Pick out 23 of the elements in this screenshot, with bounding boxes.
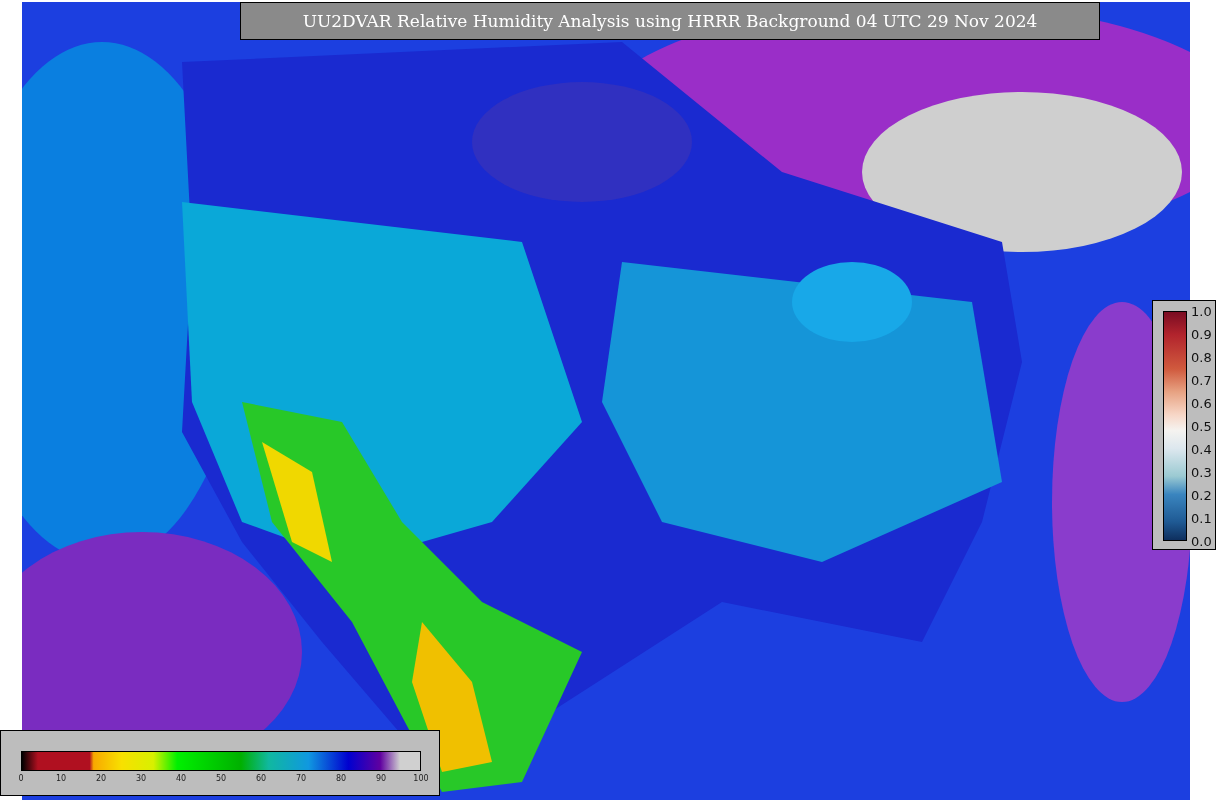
tick-label: 0.7: [1191, 373, 1212, 387]
tick-label: 0: [18, 775, 24, 783]
tick-label: 80: [335, 775, 347, 783]
tick-label: 1.0: [1191, 304, 1212, 318]
tick-label: 70: [295, 775, 307, 783]
tick-label: 0.1: [1191, 511, 1212, 525]
tick-label: 0.0: [1191, 534, 1212, 548]
tick-label: 0.8: [1191, 350, 1212, 364]
tick-label: 0.2: [1191, 488, 1212, 502]
tick-label: 0.9: [1191, 327, 1212, 341]
tick-label: 50: [215, 775, 227, 783]
tick-label: 0.4: [1191, 442, 1212, 456]
tick-label: 20: [95, 775, 107, 783]
tick-label: 0.6: [1191, 396, 1212, 410]
tick-label: 90: [375, 775, 387, 783]
tick-label: 0.5: [1191, 419, 1212, 433]
tick-label: 0.3: [1191, 465, 1212, 479]
tick-label: 40: [175, 775, 187, 783]
map-title: UU2DVAR Relative Humidity Analysis using HRRR Background 04 UTC 29 Nov 2024: [240, 2, 1100, 40]
tick-label: 60: [255, 775, 267, 783]
tick-label: 30: [135, 775, 147, 783]
tick-label: 100: [413, 775, 429, 783]
tick-label: 10: [55, 775, 67, 783]
